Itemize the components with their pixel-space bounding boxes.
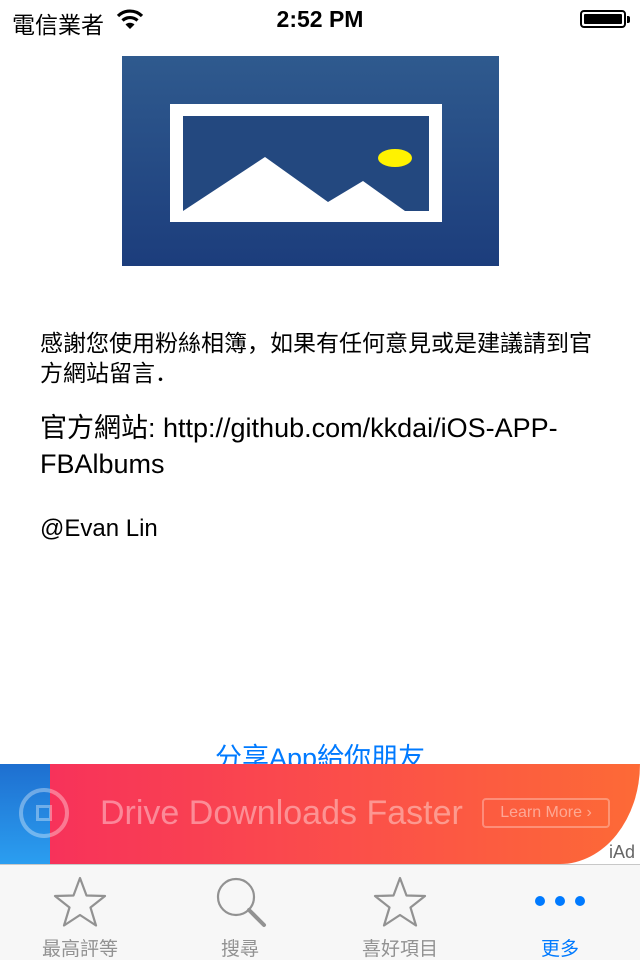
tab-more[interactable]: 更多 — [480, 865, 640, 961]
status-bar: 電信業者 2:52 PM — [0, 0, 640, 40]
search-icon — [216, 877, 266, 927]
app-logo-image — [122, 56, 499, 266]
star-icon — [53, 876, 107, 927]
tab-label: 更多 — [540, 939, 579, 960]
tab-search[interactable]: 搜尋 — [160, 865, 320, 961]
tab-label: 最高評等 — [41, 939, 118, 960]
tab-label: 喜好項目 — [361, 939, 438, 960]
ad-logo-icon — [19, 788, 69, 838]
ad-learn-more-button[interactable]: Learn More › — [482, 798, 610, 828]
official-website-text: 官方網站: http://github.com/kkdai/iOS-APP-FB… — [40, 413, 558, 479]
author-label: @Evan Lin — [40, 515, 158, 542]
clock: 2:52 PM — [276, 6, 364, 32]
tab-favorites[interactable]: 喜好項目 — [320, 865, 480, 961]
ad-headline: Drive Downloads Faster — [100, 794, 463, 832]
battery-icon — [580, 10, 630, 28]
tab-label: 搜尋 — [220, 939, 259, 960]
more-icon — [535, 896, 585, 906]
star-icon — [373, 876, 427, 927]
iad-banner[interactable]: Drive Downloads Faster Learn More › iAd — [0, 764, 640, 864]
tab-top-rated[interactable]: 最高評等 — [0, 865, 160, 961]
iad-badge: iAd — [609, 842, 636, 862]
tab-bar: 最高評等 搜尋 喜好項目 更多 — [0, 864, 640, 960]
thanks-message: 感謝您使用粉絲相簿，如果有任何意見或是建議請到官方網站留言． — [40, 330, 592, 386]
ad-learn-more-label: Learn More — [500, 804, 583, 821]
